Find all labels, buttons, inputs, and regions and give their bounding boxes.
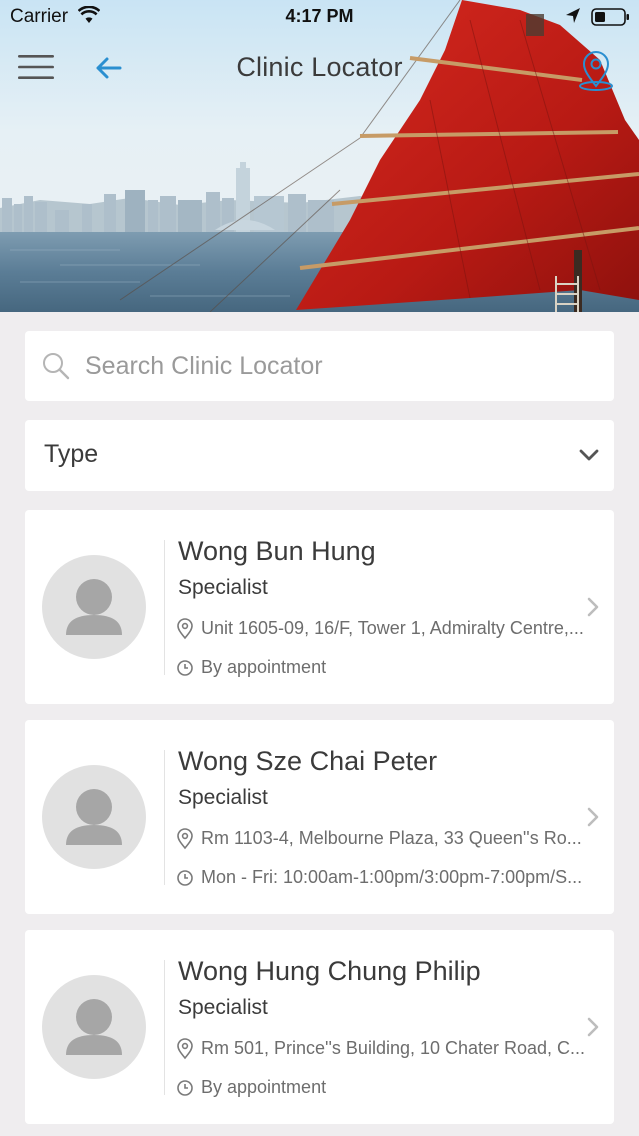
- clinic-card[interactable]: Wong Sze Chai Peter Specialist Rm 1103-4…: [25, 720, 614, 914]
- search-icon: [41, 351, 71, 381]
- clinic-address: Rm 1103-4, Melbourne Plaza, 33 Queen''s …: [201, 828, 582, 848]
- clinic-name: Wong Bun Hung: [178, 536, 376, 566]
- card-divider: [164, 960, 165, 1095]
- clinic-type: Specialist: [178, 576, 268, 599]
- card-divider: [164, 540, 165, 675]
- card-divider: [164, 750, 165, 885]
- location-services-icon: [565, 7, 581, 31]
- clock-icon: [175, 867, 195, 889]
- clinic-hours-row: Mon - Fri: 10:00am-1:00pm/3:00pm-7:00pm/…: [175, 865, 607, 891]
- clock-icon: [175, 657, 195, 679]
- location-pin-icon: [175, 828, 195, 850]
- clinic-hours: Mon - Fri: 10:00am-1:00pm/3:00pm-7:00pm/…: [201, 867, 583, 887]
- navigation-bar: Clinic Locator: [0, 40, 639, 96]
- location-pin-icon: [175, 1038, 195, 1060]
- search-input[interactable]: [85, 345, 595, 387]
- clinic-hours: By appointment: [201, 1077, 327, 1097]
- person-placeholder-icon: [66, 789, 122, 845]
- clock-icon: [175, 1077, 195, 1099]
- chevron-right-icon: [585, 1016, 601, 1038]
- clinic-hours-row: By appointment: [175, 1075, 607, 1101]
- header-banner: Carrier 4:17 PM Clinic Locator: [0, 0, 639, 312]
- status-bar: Carrier 4:17 PM: [0, 0, 639, 34]
- map-view-button[interactable]: [574, 48, 618, 92]
- clinic-address-row: Rm 1103-4, Melbourne Plaza, 33 Queen''s …: [175, 826, 607, 852]
- status-time: 4:17 PM: [285, 6, 354, 26]
- map-pin-icon: [579, 51, 613, 91]
- clinic-hours: By appointment: [201, 657, 327, 677]
- chevron-right-icon: [585, 806, 601, 828]
- person-placeholder-icon: [66, 579, 122, 635]
- clinic-name: Wong Sze Chai Peter: [178, 746, 438, 776]
- clinic-card[interactable]: Wong Bun Hung Specialist Unit 1605-09, 1…: [25, 510, 614, 704]
- clinic-address: Unit 1605-09, 16/F, Tower 1, Admiralty C…: [201, 618, 584, 638]
- type-dropdown[interactable]: Type: [25, 420, 614, 491]
- clinic-address-row: Unit 1605-09, 16/F, Tower 1, Admiralty C…: [175, 616, 607, 642]
- battery-icon: [591, 8, 631, 26]
- clinic-address: Rm 501, Prince''s Building, 10 Chater Ro…: [201, 1038, 586, 1058]
- clinic-card[interactable]: Wong Hung Chung Philip Specialist Rm 501…: [25, 930, 614, 1124]
- avatar: [42, 975, 146, 1079]
- location-pin-icon: [175, 618, 195, 640]
- clinic-address-row: Rm 501, Prince''s Building, 10 Chater Ro…: [175, 1036, 607, 1062]
- clinic-type: Specialist: [178, 786, 268, 809]
- clinic-hours-row: By appointment: [175, 655, 607, 681]
- search-box: [25, 331, 614, 401]
- clinic-type: Specialist: [178, 996, 268, 1019]
- person-placeholder-icon: [66, 999, 122, 1055]
- type-dropdown-label: Type: [44, 440, 99, 468]
- page-title: Clinic Locator: [236, 52, 403, 82]
- chevron-right-icon: [585, 596, 601, 618]
- clinic-name: Wong Hung Chung Philip: [178, 956, 481, 986]
- avatar: [42, 765, 146, 869]
- avatar: [42, 555, 146, 659]
- chevron-down-icon: [578, 444, 600, 466]
